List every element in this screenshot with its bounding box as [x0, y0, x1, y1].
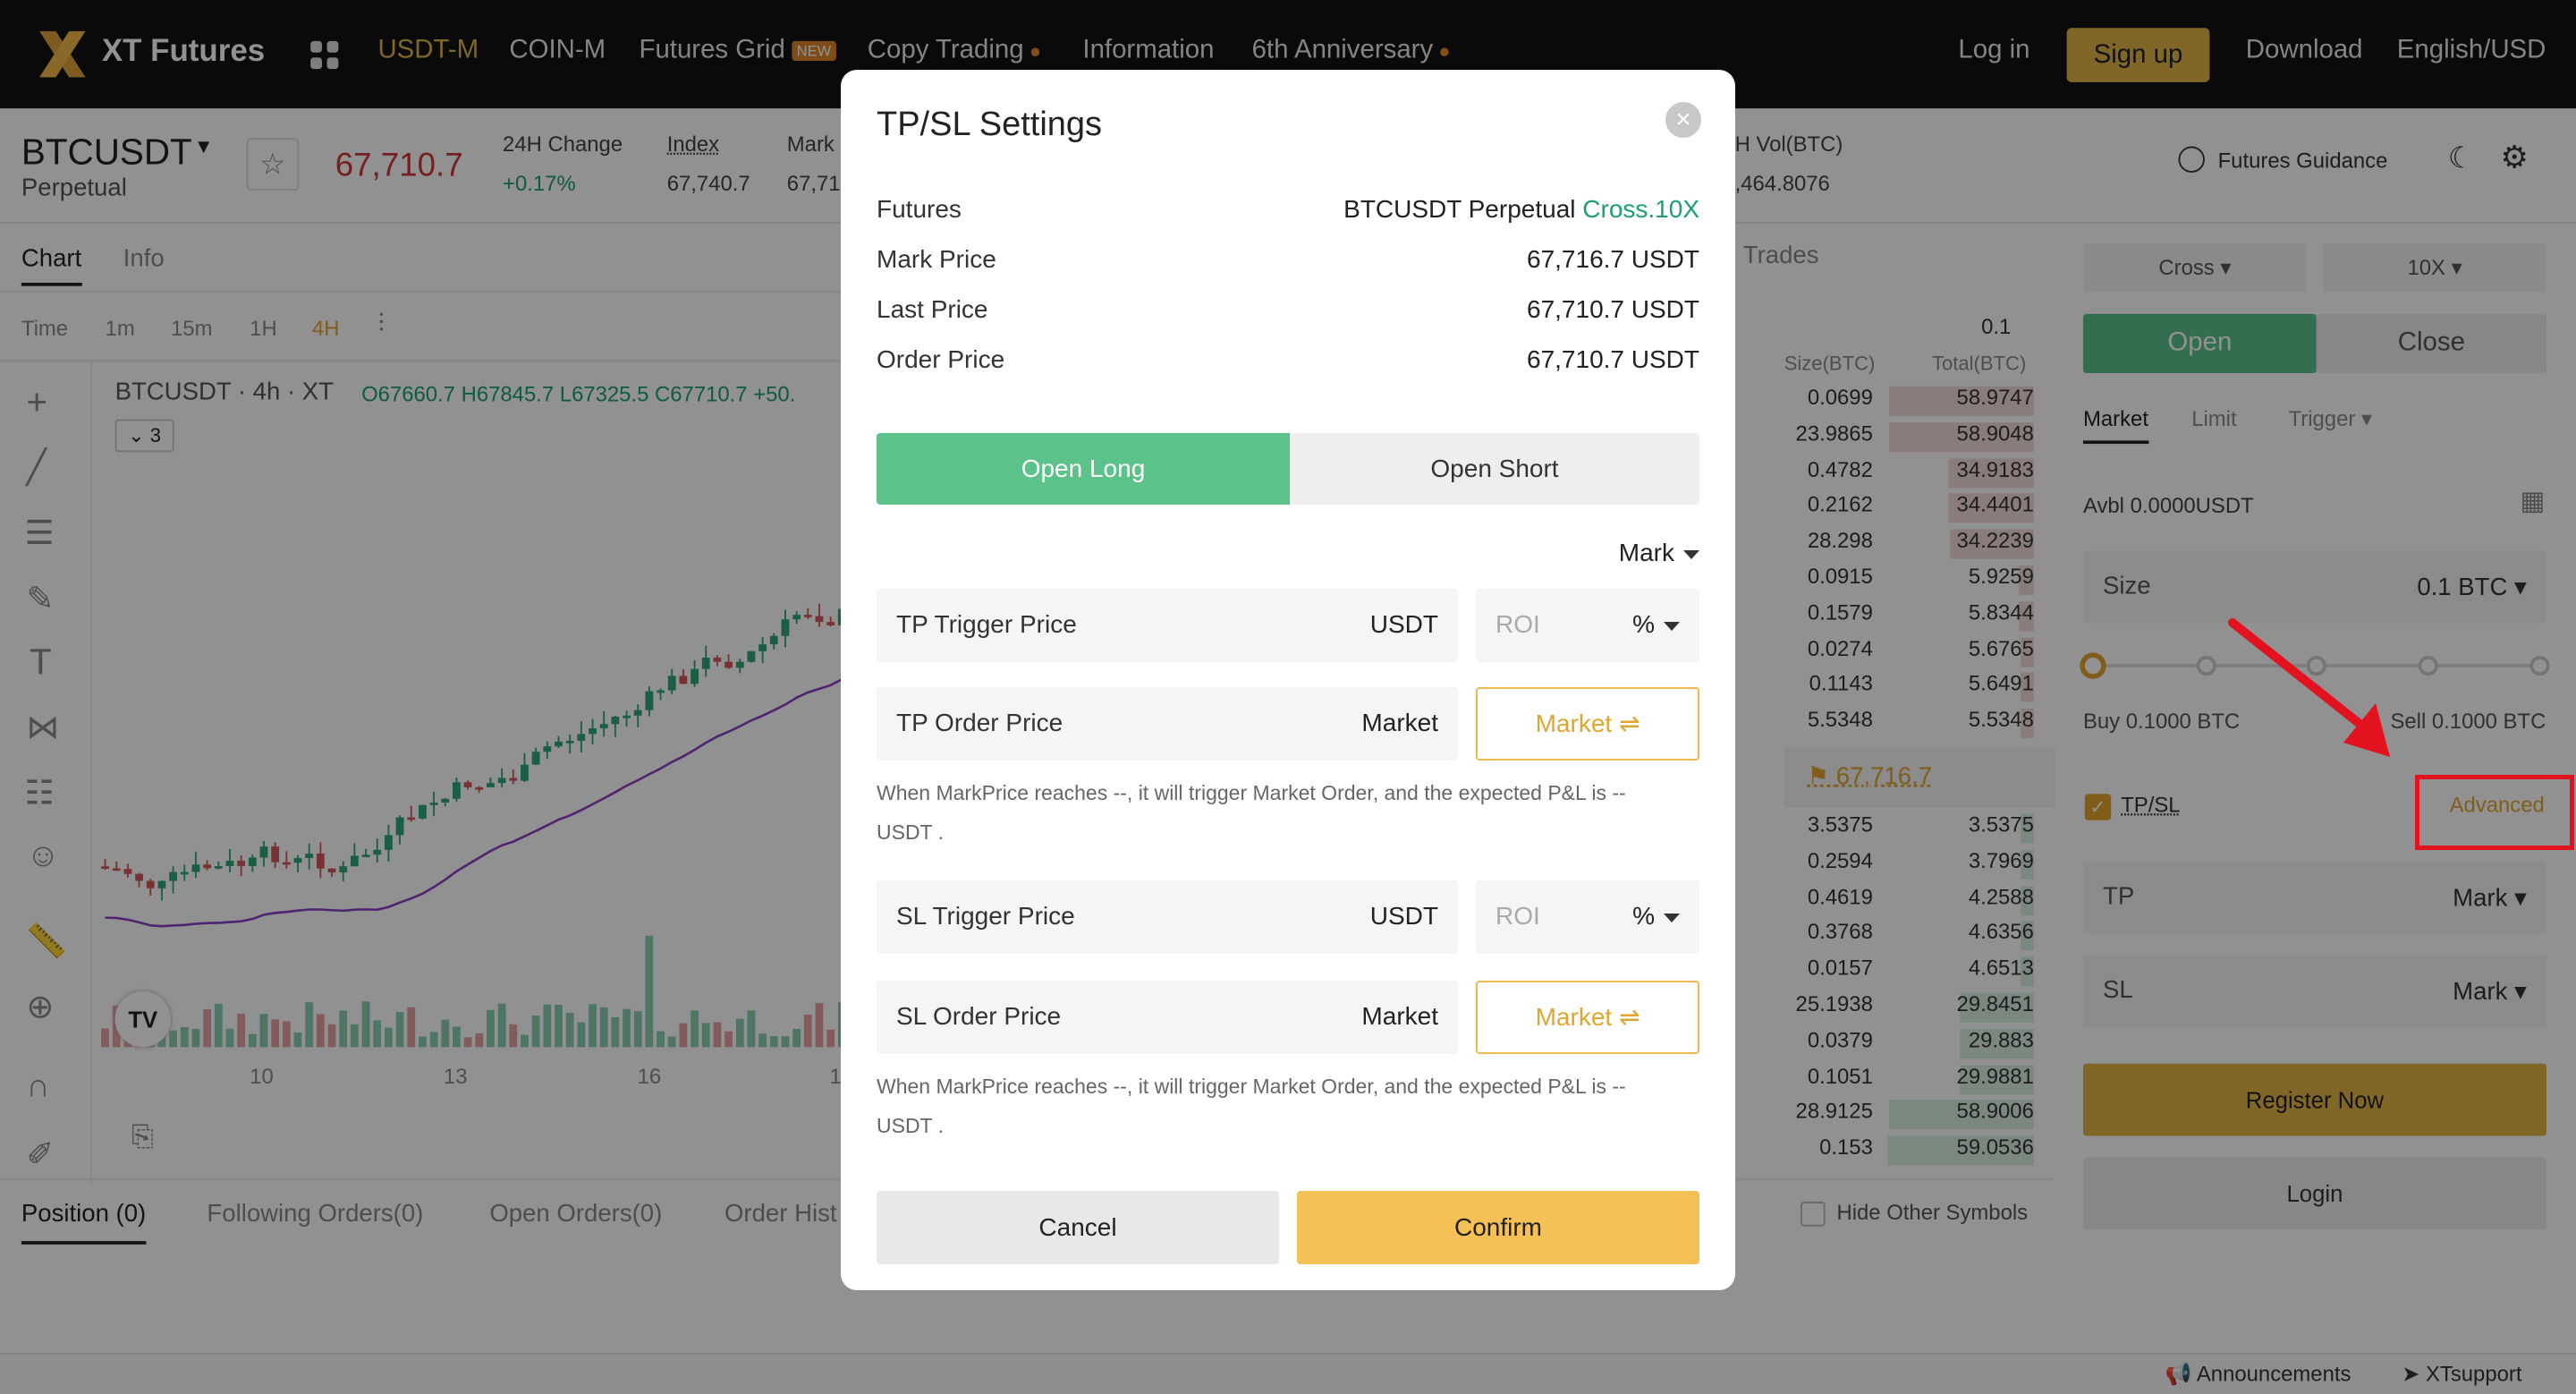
annotation-highlight-box	[2415, 775, 2574, 850]
tp-market-toggle-button[interactable]: Market ⇌	[1476, 687, 1699, 761]
info-key: Order Price	[877, 345, 1005, 373]
sl-order-price-input[interactable]: SL Order Price Market	[877, 981, 1458, 1054]
field-unit: USDT	[1369, 902, 1438, 930]
field-label: SL Order Price	[896, 1002, 1062, 1030]
info-row-mark-price: Mark Price 67,716.7 USDT	[877, 245, 1699, 281]
hint-line: USDT .	[877, 1114, 944, 1137]
roi-placeholder: ROI	[1496, 610, 1540, 638]
field-unit: USDT	[1369, 610, 1438, 638]
field-label: TP Order Price	[896, 709, 1063, 736]
margin-leverage-tag: Cross.10X	[1582, 195, 1699, 223]
roi-placeholder: ROI	[1496, 902, 1540, 930]
roi-unit-select[interactable]: %	[1632, 902, 1680, 931]
info-row-last-price: Last Price 67,710.7 USDT	[877, 295, 1699, 331]
tp-trigger-price-input[interactable]: TP Trigger Price USDT	[877, 589, 1458, 662]
info-value: BTCUSDT Perpetual Cross.10X	[1343, 195, 1699, 224]
sl-roi-input[interactable]: ROI %	[1476, 880, 1699, 954]
trigger-price-type-label: Mark	[1618, 539, 1674, 566]
dialog-title: TP/SL Settings	[877, 106, 1103, 143]
field-label: SL Trigger Price	[896, 902, 1075, 930]
cancel-button[interactable]: Cancel	[877, 1191, 1279, 1264]
tab-open-short[interactable]: Open Short	[1290, 433, 1699, 505]
caret-down-icon	[1664, 913, 1680, 922]
field-unit: Market	[1361, 1002, 1438, 1030]
roi-unit-select[interactable]: %	[1632, 610, 1680, 639]
roi-unit-label: %	[1632, 610, 1655, 638]
confirm-button[interactable]: Confirm	[1297, 1191, 1699, 1264]
caret-down-icon	[1664, 621, 1680, 631]
field-unit: Market	[1361, 709, 1438, 736]
info-value: 67,710.7 USDT	[1527, 345, 1699, 373]
info-key: Futures	[877, 195, 962, 223]
sl-trigger-price-input[interactable]: SL Trigger Price USDT	[877, 880, 1458, 954]
info-key: Last Price	[877, 295, 988, 323]
field-label: TP Trigger Price	[896, 610, 1077, 638]
hint-line: When MarkPrice reaches --, it will trigg…	[877, 1075, 1626, 1098]
info-key: Mark Price	[877, 245, 996, 273]
tpsl-settings-dialog: TP/SL Settings × Futures BTCUSDT Perpetu…	[841, 70, 1735, 1290]
tp-order-price-input[interactable]: TP Order Price Market	[877, 687, 1458, 761]
annotation-arrow-icon	[2228, 618, 2390, 757]
tab-open-long[interactable]: Open Long	[877, 433, 1290, 505]
info-value: 67,716.7 USDT	[1527, 245, 1699, 273]
info-row-futures: Futures BTCUSDT Perpetual Cross.10X	[877, 195, 1699, 231]
caret-down-icon	[1683, 549, 1699, 559]
sl-hint-text: When MarkPrice reaches --, it will trigg…	[877, 1067, 1699, 1145]
hint-line: When MarkPrice reaches --, it will trigg…	[877, 781, 1626, 804]
hint-line: USDT .	[877, 820, 944, 844]
roi-unit-label: %	[1632, 902, 1655, 930]
futures-symbol: BTCUSDT Perpetual	[1343, 195, 1583, 223]
tp-roi-input[interactable]: ROI %	[1476, 589, 1699, 662]
tp-hint-text: When MarkPrice reaches --, it will trigg…	[877, 773, 1699, 852]
sl-market-toggle-button[interactable]: Market ⇌	[1476, 981, 1699, 1054]
trigger-price-type-select[interactable]: Mark	[1619, 539, 1699, 567]
info-row-order-price: Order Price 67,710.7 USDT	[877, 345, 1699, 381]
close-icon[interactable]: ×	[1665, 102, 1701, 138]
info-value: 67,710.7 USDT	[1527, 295, 1699, 323]
